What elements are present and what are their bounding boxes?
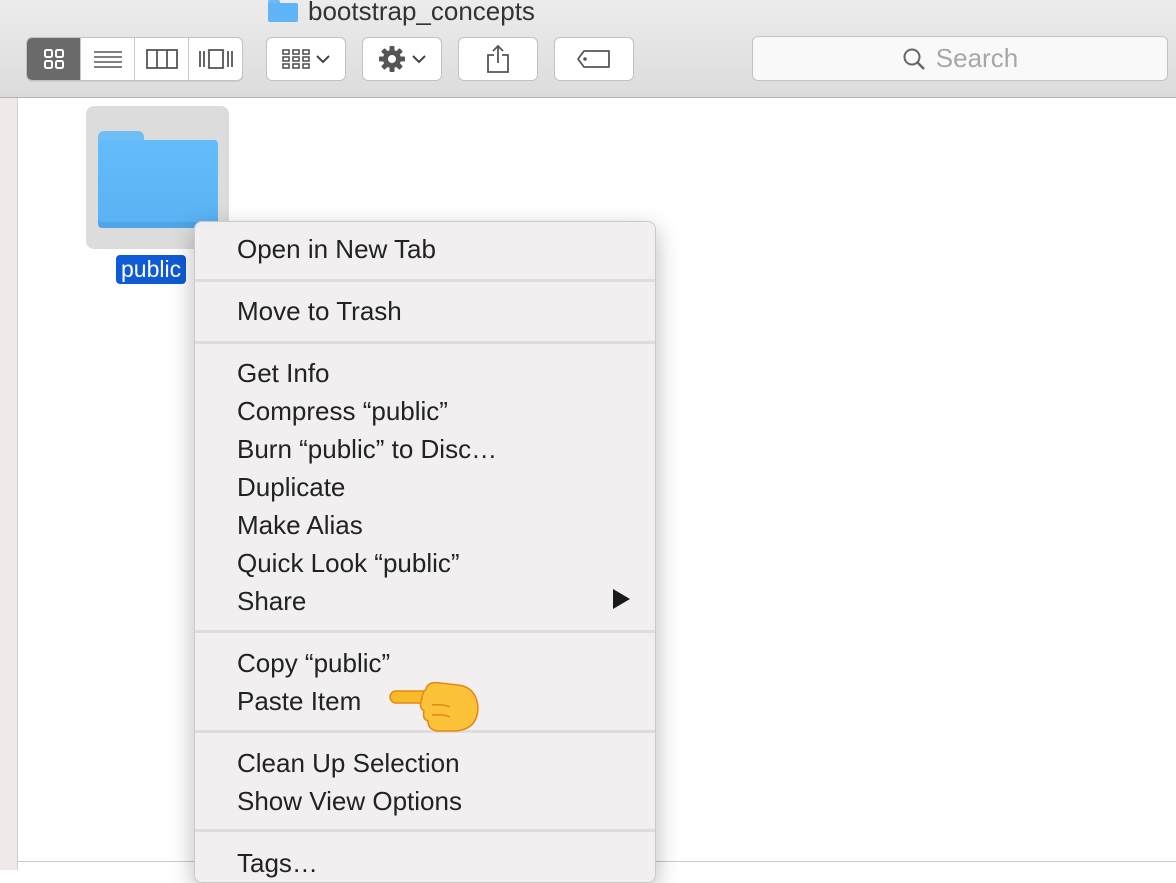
- arrange-button[interactable]: [266, 37, 346, 81]
- tag-icon: [577, 50, 610, 68]
- pointing-hand-icon: [389, 681, 479, 732]
- menu-item-clean-up-selection[interactable]: Clean Up Selection: [237, 744, 460, 782]
- icon-view-button[interactable]: [27, 38, 81, 80]
- column-view-button[interactable]: [135, 38, 189, 80]
- chevron-down-icon: [316, 55, 330, 64]
- chevron-down-icon: [412, 55, 426, 64]
- menu-item-copy[interactable]: Copy “public”: [237, 644, 390, 682]
- window-title: bootstrap_concepts: [268, 0, 535, 26]
- gear-icon: [379, 46, 405, 72]
- action-button[interactable]: [362, 37, 442, 81]
- grid-icon: [282, 49, 310, 69]
- folder-icon: [268, 0, 298, 22]
- menu-item-compress[interactable]: Compress “public”: [237, 392, 448, 430]
- list-view-button[interactable]: [81, 38, 135, 80]
- share-button[interactable]: [458, 37, 538, 81]
- cover-flow-icon: [198, 49, 233, 69]
- menu-item-get-info[interactable]: Get Info: [237, 354, 330, 392]
- view-mode-group: [26, 37, 243, 81]
- menu-item-duplicate[interactable]: Duplicate: [237, 468, 345, 506]
- toolbar: bootstrap_concepts Search: [0, 0, 1176, 98]
- column-view-icon: [145, 49, 178, 69]
- menu-separator: [195, 341, 655, 344]
- menu-item-tags[interactable]: Tags…: [237, 844, 318, 882]
- list-view-icon: [93, 51, 122, 68]
- share-icon: [487, 44, 509, 73]
- menu-item-open-in-new-tab[interactable]: Open in New Tab: [237, 230, 436, 268]
- search-placeholder: Search: [935, 43, 1019, 73]
- sidebar-edge: [0, 98, 18, 870]
- window-title-text: bootstrap_concepts: [308, 0, 535, 26]
- menu-item-burn-to-disc[interactable]: Burn “public” to Disc…: [237, 430, 497, 468]
- menu-item-paste-item[interactable]: Paste Item: [237, 682, 361, 720]
- icon-view-icon: [43, 49, 64, 69]
- menu-separator: [195, 630, 655, 633]
- folder-label[interactable]: public: [116, 255, 187, 284]
- menu-item-move-to-trash[interactable]: Move to Trash: [237, 292, 402, 330]
- tag-button[interactable]: [554, 37, 634, 81]
- search-field[interactable]: Search: [752, 36, 1168, 81]
- submenu-arrow-icon: [613, 589, 630, 609]
- menu-item-quick-look[interactable]: Quick Look “public”: [237, 544, 460, 582]
- menu-item-show-view-options[interactable]: Show View Options: [237, 782, 462, 820]
- menu-item-share[interactable]: Share: [237, 582, 306, 620]
- cover-flow-view-button[interactable]: [189, 38, 242, 80]
- menu-item-make-alias[interactable]: Make Alias: [237, 506, 363, 544]
- search-icon: [903, 48, 925, 70]
- menu-separator: [195, 829, 655, 832]
- context-menu: Open in New Tab Move to Trash Get Info C…: [194, 221, 656, 883]
- menu-separator: [195, 279, 655, 282]
